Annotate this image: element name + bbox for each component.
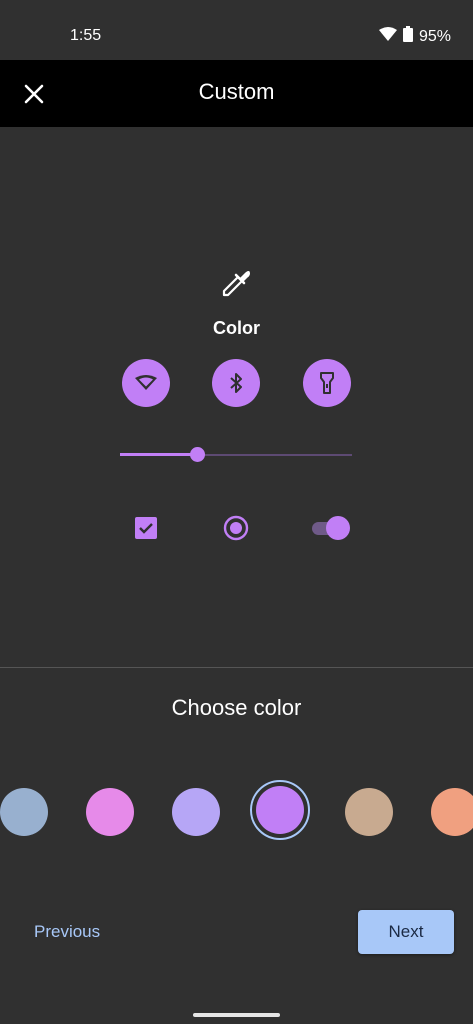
color-swatch[interactable]	[86, 788, 134, 836]
color-swatch[interactable]	[0, 788, 48, 836]
previous-button[interactable]: Previous	[34, 922, 100, 942]
qs-wifi-tile	[122, 359, 170, 407]
app-bar: Custom	[0, 60, 473, 127]
status-time: 1:55	[70, 27, 102, 44]
bluetooth-icon	[230, 373, 242, 393]
preview-radio	[222, 514, 250, 542]
color-swatch[interactable]	[431, 788, 473, 836]
preview-checkbox	[132, 514, 160, 542]
slider-thumb	[190, 447, 205, 462]
page-title: Custom	[198, 79, 275, 104]
flashlight-icon	[320, 372, 334, 394]
color-swatch-selected[interactable]	[256, 786, 304, 834]
eyedropper-icon	[219, 266, 253, 300]
color-swatch[interactable]	[172, 788, 220, 836]
color-swatch[interactable]	[345, 788, 393, 836]
preview-label: Color	[213, 318, 260, 338]
preview-switch	[311, 514, 351, 542]
next-button[interactable]: Next	[358, 910, 454, 954]
section-title: Choose color	[171, 695, 302, 720]
section-divider	[0, 667, 473, 668]
radio-selected-icon	[223, 515, 249, 541]
switch-on-icon	[312, 516, 350, 540]
wifi-status-icon	[378, 27, 397, 46]
status-bar: 1:55 95%	[0, 0, 473, 60]
home-indicator[interactable]	[193, 1013, 280, 1017]
qs-bluetooth-tile	[212, 359, 260, 407]
slider-fill	[120, 453, 198, 456]
battery-icon	[402, 26, 413, 47]
qs-flashlight-tile	[303, 359, 351, 407]
preview-slider	[120, 445, 352, 465]
battery-percent: 95%	[418, 27, 451, 45]
checkbox-checked-icon	[135, 517, 157, 539]
wifi-icon	[135, 375, 157, 390]
status-indicators: 95%	[378, 26, 451, 47]
slider-track	[198, 454, 352, 456]
